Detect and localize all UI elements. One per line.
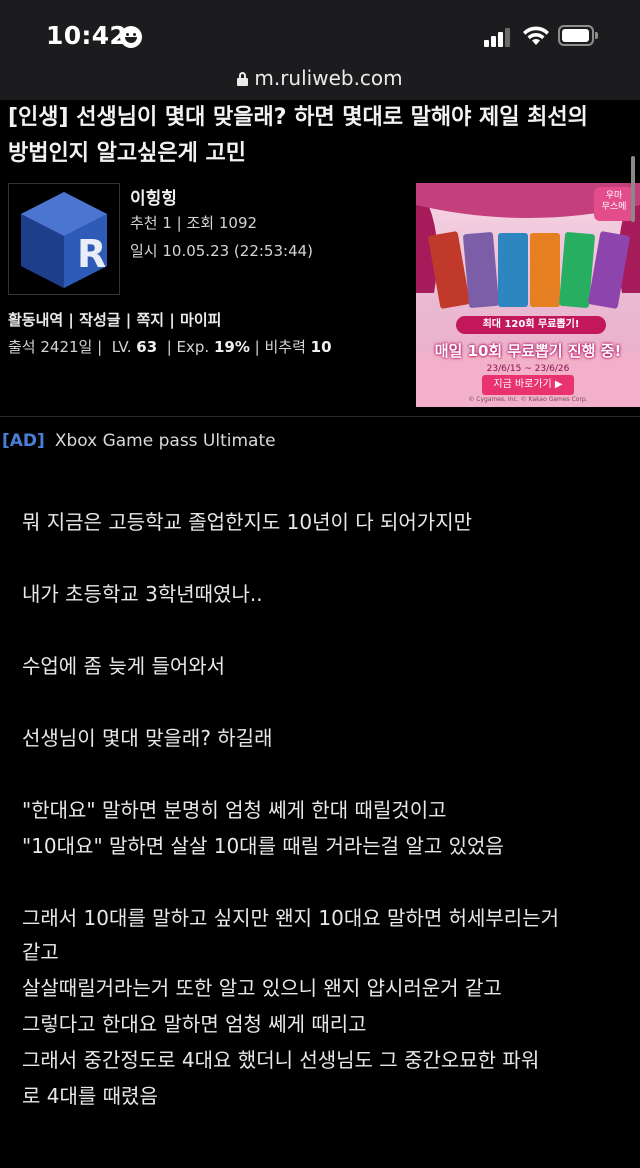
ad-tag: [AD] bbox=[2, 431, 45, 451]
link-posts[interactable]: 작성글 bbox=[79, 311, 120, 329]
address-bar[interactable]: m.ruliweb.com bbox=[0, 66, 640, 96]
level-label: LV. bbox=[111, 338, 132, 356]
battery-icon bbox=[558, 25, 598, 46]
bichu-label: 비추력 bbox=[264, 338, 306, 356]
smiley-icon bbox=[120, 26, 142, 48]
body-line: "한대요" 말하면 분명히 엄청 쎄게 한대 때릴것이고 bbox=[22, 798, 447, 822]
author-name[interactable]: 이힝힝 bbox=[130, 184, 177, 209]
author-stats: 출석 2421일 | LV. 63 | Exp. 19% | 비추력 10 bbox=[8, 338, 332, 356]
body-line: 같고 bbox=[22, 940, 59, 964]
body-line: "10대요" 말하면 살살 10대를 때릴 거라는걸 알고 있었음 bbox=[22, 834, 504, 858]
bichu-value: 10 bbox=[310, 338, 332, 356]
body-line: 그래서 10대를 말하고 싶지만 왠지 10대요 말하면 허세부리는거 bbox=[22, 906, 559, 930]
lock-icon bbox=[237, 72, 249, 86]
banner-cta-button[interactable]: 지금 바로가기 ▶ bbox=[482, 375, 574, 395]
author-links: 활동내역 | 작성글 | 쪽지 | 마이피 bbox=[8, 311, 222, 329]
cellular-signal-icon bbox=[484, 27, 512, 47]
link-activity[interactable]: 활동내역 bbox=[8, 311, 63, 329]
banner-cards bbox=[427, 230, 631, 311]
banner-date: 23/6/15 ~ 23/6/26 bbox=[486, 364, 570, 374]
banner-ad[interactable]: 우마 무스메 최대 120회 무료뽑기! 매일 10회 무료뽑기 진행 중! 23… bbox=[416, 183, 640, 407]
body-line: 뭐 지금은 고등학교 졸업한지도 10년이 다 되어가지만 bbox=[22, 510, 472, 534]
divider bbox=[0, 416, 640, 417]
status-time: 10:42 bbox=[46, 21, 128, 50]
browser-chrome: 10:42 m.ruliweb.com bbox=[0, 0, 640, 100]
banner-logo: 우마 무스메 bbox=[594, 187, 634, 221]
text-ad[interactable]: [AD] Xbox Game pass Ultimate bbox=[2, 431, 276, 451]
banner-headline: 매일 10회 무료뽑기 진행 중! bbox=[434, 342, 622, 360]
svg-text:R: R bbox=[77, 232, 106, 276]
wifi-icon bbox=[523, 26, 549, 45]
body-line: 선생님이 몇대 맞을래? 하길래 bbox=[22, 726, 273, 750]
post-title-line-1: [인생] 선생님이 몇대 맞을래? 하면 몇대로 말해야 제일 최선의 bbox=[8, 105, 588, 130]
body-line: 그렇다고 한대요 말하면 엄청 쎄게 때리고 bbox=[22, 1012, 367, 1036]
body-line: 그래서 중간정도로 4대요 했더니 선생님도 그 중간오묘한 파워 bbox=[22, 1048, 540, 1072]
body-line: 내가 초등학교 3학년때였나.. bbox=[22, 582, 263, 606]
ruliweb-logo-icon: R bbox=[21, 192, 107, 288]
avatar[interactable]: R bbox=[8, 183, 120, 295]
post-title-line-2: 방법인지 알고싶은게 고민 bbox=[8, 141, 246, 166]
body-line: 로 4대를 때렸음 bbox=[22, 1084, 158, 1108]
body-line: 수업에 좀 늦게 들어와서 bbox=[22, 654, 226, 678]
post-datetime: 일시 10.05.23 (22:53:44) bbox=[130, 242, 314, 260]
link-mypi[interactable]: 마이피 bbox=[180, 311, 221, 329]
link-message[interactable]: 쪽지 bbox=[136, 311, 164, 329]
recommend-views: 추천 1 | 조회 1092 bbox=[130, 214, 258, 232]
attendance: 출석 2421일 bbox=[8, 338, 93, 356]
body-line: 살살때릴거라는거 또한 알고 있으니 왠지 얍시러운거 같고 bbox=[22, 976, 502, 1000]
banner-pill: 최대 120회 무료뽑기! bbox=[456, 316, 606, 334]
level-value: 63 bbox=[136, 338, 158, 356]
url-text: m.ruliweb.com bbox=[254, 66, 403, 90]
scrollbar[interactable] bbox=[631, 156, 635, 222]
exp-value: 19% bbox=[213, 338, 250, 356]
exp-label: Exp. bbox=[176, 338, 210, 356]
post-title: [인생] 선생님이 몇대 맞을래? 하면 몇대로 말해야 제일 최선의 방법인지… bbox=[8, 100, 628, 172]
banner-copyright: © Cygames, Inc. © Kakao Games Corp. bbox=[468, 396, 588, 403]
ad-text[interactable]: Xbox Game pass Ultimate bbox=[55, 431, 276, 451]
